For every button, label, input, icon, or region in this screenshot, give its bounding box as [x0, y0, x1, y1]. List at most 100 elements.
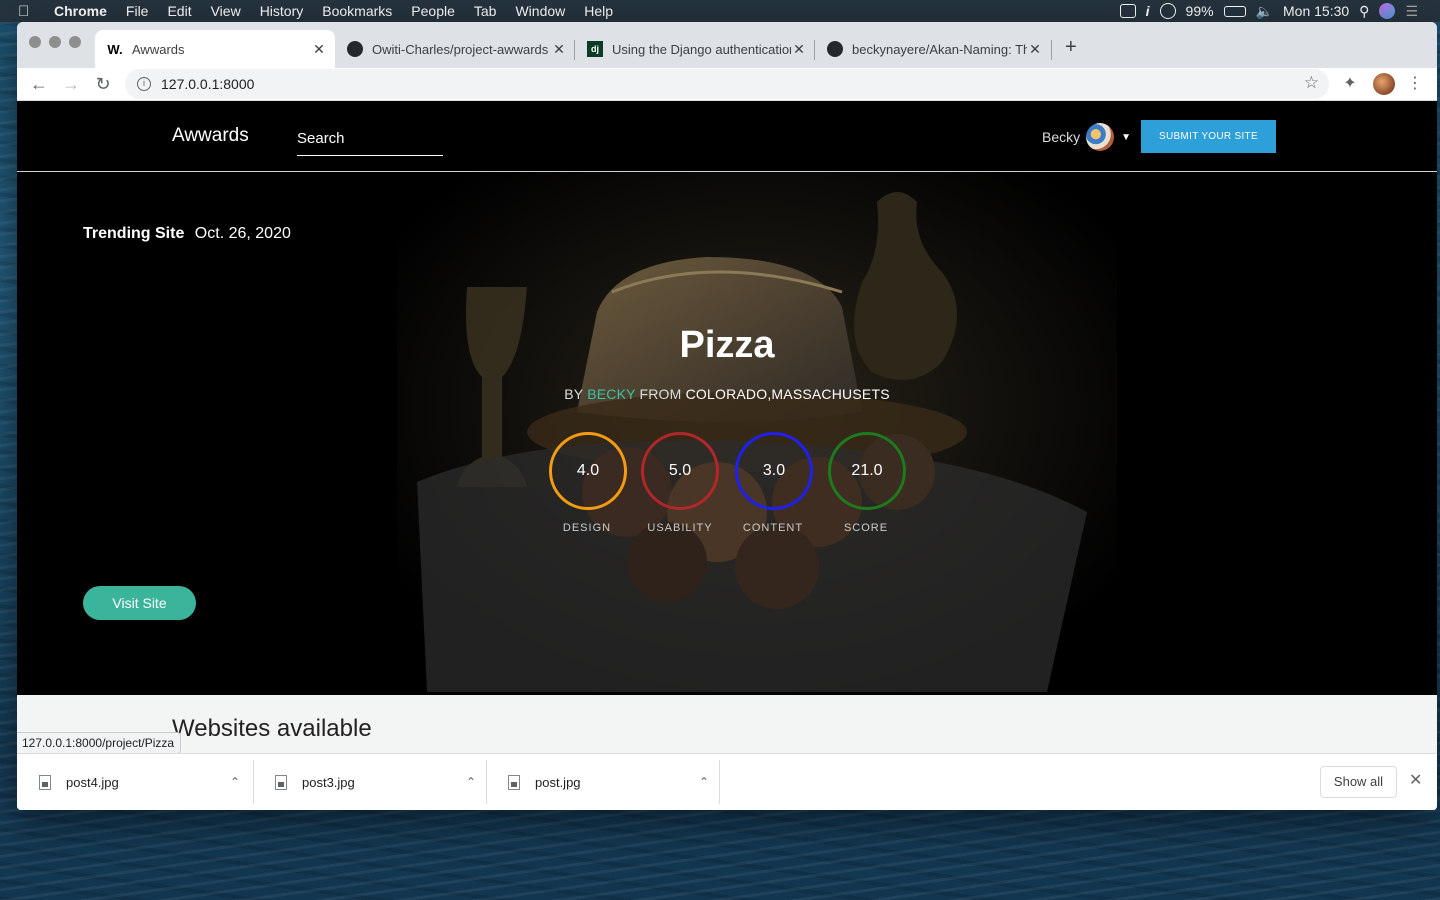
tab-close-icon[interactable]: ✕: [1027, 41, 1043, 58]
usability-score-label: USABILITY: [647, 522, 713, 534]
tab-title: Owiti-Charles/project-awwards: [372, 41, 549, 57]
window-close-button[interactable]: [29, 36, 41, 48]
window-minimize-button[interactable]: [49, 36, 61, 48]
site-header: Awwards Search Becky ▼ SUBMIT YOUR SITE: [17, 101, 1437, 172]
reload-icon[interactable]: ↻: [91, 72, 115, 96]
back-arrow-icon[interactable]: ←: [27, 72, 51, 96]
tab-title: Using the Django authentication: [612, 41, 791, 57]
window-zoom-button[interactable]: [69, 36, 81, 48]
tab-strip: W. Awwards ✕ Owiti-Charles/project-awwar…: [17, 22, 1437, 68]
volume-icon[interactable]: 🔈: [1256, 3, 1273, 20]
zoom-icon[interactable]: [1119, 4, 1136, 18]
download-shelf: post4.jpg ⌃ post3.jpg ⌃ post.jpg ⌃ Show …: [17, 753, 1437, 810]
content-score-label: CONTENT: [742, 522, 804, 534]
battery-icon[interactable]: [1223, 5, 1246, 17]
browser-window: W. Awwards ✕ Owiti-Charles/project-awwar…: [17, 22, 1437, 810]
site-info-icon[interactable]: i: [137, 77, 151, 91]
github-icon: [347, 41, 363, 57]
byline-from: FROM: [639, 386, 682, 402]
design-score-circle: 4.0: [549, 432, 627, 510]
download-filename: post.jpg: [535, 774, 581, 790]
bookmark-star-icon[interactable]: ☆: [1304, 73, 1319, 93]
menu-app-name[interactable]: Chrome: [54, 3, 107, 19]
site-brand[interactable]: Awwards: [172, 125, 249, 147]
menu-file[interactable]: File: [126, 3, 149, 19]
tab-title: beckynayere/Akan-Naming: Th: [852, 41, 1027, 57]
tab-github-akan-naming[interactable]: beckynayere/Akan-Naming: Th ✕: [815, 30, 1051, 68]
menu-people[interactable]: People: [411, 3, 455, 19]
chevron-up-icon[interactable]: ⌃: [689, 775, 719, 789]
awwards-favicon-icon: W.: [107, 41, 123, 57]
byline-by: BY: [564, 386, 584, 402]
total-score-circle: 21.0: [828, 432, 906, 510]
design-score-value: 4.0: [576, 462, 600, 479]
clock[interactable]: Mon 15:30: [1283, 3, 1349, 19]
section-title: Websites available: [172, 715, 372, 742]
spotlight-search-icon[interactable]: ⚲: [1359, 3, 1369, 20]
download-item[interactable]: post3.jpg ⌃: [253, 760, 486, 804]
chevron-up-icon[interactable]: ⌃: [456, 775, 486, 789]
trending-label: Trending Site: [83, 225, 185, 242]
menu-window[interactable]: Window: [515, 3, 565, 19]
visit-site-button[interactable]: Visit Site: [83, 586, 196, 620]
tab-github-project-awwards[interactable]: Owiti-Charles/project-awwards ✕: [335, 30, 575, 68]
search-input[interactable]: Search: [297, 127, 443, 156]
notification-center-icon[interactable]: ☰: [1405, 3, 1418, 20]
menu-view[interactable]: View: [211, 3, 241, 19]
byline-location: COLORADO,MASSACHUSETS: [685, 386, 890, 402]
byline-author-link[interactable]: BECKY: [587, 386, 635, 402]
menubar-status-area: i 99% 🔈 Mon 15:30 ⚲ ☰: [1119, 0, 1440, 22]
trending-date: Oct. 26, 2020: [194, 225, 291, 242]
total-score-label: SCORE: [843, 522, 889, 534]
site-byline: BY BECKY FROM COLORADO,MASSACHUSETS: [17, 386, 1437, 402]
chevron-up-icon[interactable]: ⌃: [220, 775, 250, 789]
avatar: [1086, 123, 1115, 151]
info-icon[interactable]: i: [1146, 3, 1150, 19]
tab-separator: [1051, 40, 1052, 60]
close-icon[interactable]: ✕: [1409, 770, 1422, 790]
design-score-label: DESIGN: [562, 522, 612, 534]
submit-site-button[interactable]: SUBMIT YOUR SITE: [1141, 120, 1276, 153]
image-file-icon: [39, 774, 51, 790]
menu-history[interactable]: History: [260, 3, 304, 19]
menu-bookmarks[interactable]: Bookmarks: [322, 3, 392, 19]
siri-icon[interactable]: [1379, 3, 1396, 19]
profile-avatar-icon[interactable]: [1373, 73, 1395, 95]
apple-icon[interactable]: : [18, 3, 36, 20]
tab-close-icon[interactable]: ✕: [311, 41, 327, 58]
site-title: Pizza: [679, 324, 775, 366]
hero-background-image: [397, 172, 1117, 695]
image-file-icon: [508, 774, 520, 790]
battery-percent: 99%: [1185, 3, 1214, 19]
page-content: Awwards Search Becky ▼ SUBMIT YOUR SITE: [17, 101, 1437, 810]
total-score-value: 21.0: [851, 462, 883, 479]
menu-edit[interactable]: Edit: [167, 3, 191, 19]
tab-close-icon[interactable]: ✕: [791, 41, 807, 58]
image-file-icon: [275, 774, 287, 790]
extensions-puzzle-icon[interactable]: ✦: [1339, 73, 1361, 95]
download-item[interactable]: post4.jpg ⌃: [17, 760, 250, 804]
user-menu[interactable]: Becky ▼: [1042, 123, 1131, 151]
forward-arrow-icon[interactable]: →: [59, 72, 83, 96]
address-bar[interactable]: i 127.0.0.1:8000 ☆: [125, 69, 1329, 99]
download-item[interactable]: post.jpg ⌃: [486, 760, 719, 804]
status-bar-url: 127.0.0.1:8000/project/Pizza: [17, 732, 182, 754]
caret-down-icon: ▼: [1121, 131, 1132, 143]
tab-awwards[interactable]: W. Awwards ✕: [95, 30, 335, 68]
download-filename: post4.jpg: [66, 774, 119, 790]
browser-menu-kebab-icon[interactable]: ⋮: [1404, 73, 1426, 95]
browser-toolbar: ← → ↻ i 127.0.0.1:8000 ☆ ✦ ⋮: [17, 68, 1437, 101]
github-icon: [827, 41, 843, 57]
usability-score-circle: 5.0: [641, 432, 719, 510]
user-name: Becky: [1042, 129, 1081, 145]
tab-django-auth[interactable]: dj Using the Django authentication ✕: [575, 30, 815, 68]
tab-title: Awwards: [132, 41, 185, 57]
show-all-downloads-button[interactable]: Show all: [1320, 766, 1397, 798]
tab-close-icon[interactable]: ✕: [551, 41, 567, 58]
menu-tab[interactable]: Tab: [474, 3, 497, 19]
creative-cloud-icon[interactable]: [1159, 3, 1176, 19]
new-tab-plus-icon[interactable]: +: [1065, 36, 1077, 59]
menu-help[interactable]: Help: [584, 3, 613, 19]
download-separator: [719, 760, 720, 804]
usability-score-value: 5.0: [668, 462, 692, 479]
